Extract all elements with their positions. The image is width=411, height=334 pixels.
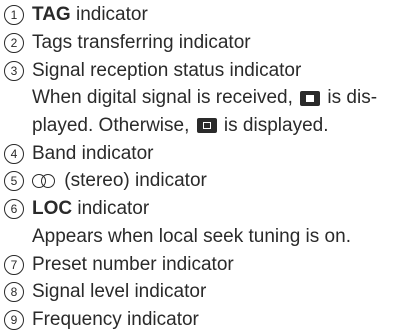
list-item: 4 Band indicator bbox=[4, 140, 153, 168]
list-item: 5 (stereo) indicator bbox=[4, 167, 207, 195]
item-number: 1 bbox=[4, 5, 24, 25]
item-detail: played. Otherwise, is displayed. bbox=[32, 112, 328, 140]
item-text: Frequency indicator bbox=[32, 309, 199, 330]
digital-signal-not-received-icon bbox=[196, 118, 217, 134]
item-number: 8 bbox=[4, 282, 24, 303]
item-text: indicator bbox=[72, 198, 150, 220]
stereo-icon bbox=[32, 174, 56, 189]
list-item: 1 TAG indicator bbox=[4, 1, 148, 29]
item-detail-text: is displayed. bbox=[218, 114, 329, 136]
list-item: 2 Tags transferring indicator bbox=[4, 29, 251, 57]
item-number: 4 bbox=[4, 143, 24, 164]
item-text: Tags transferring indicator bbox=[32, 31, 251, 53]
item-detail: When digital signal is received, is dis- bbox=[32, 84, 377, 112]
item-detail-text: When digital signal is received, bbox=[32, 87, 299, 109]
item-number: 9 bbox=[4, 310, 24, 330]
item-text: Signal reception status indicator bbox=[32, 59, 302, 81]
item-text: Signal level indicator bbox=[32, 281, 207, 303]
item-bold-label: TAG bbox=[32, 4, 71, 25]
item-detail-text: Appears when local seek tuning is on. bbox=[32, 225, 351, 247]
digital-signal-received-icon bbox=[300, 90, 321, 106]
item-text: Preset number indicator bbox=[32, 253, 234, 275]
item-number: 5 bbox=[4, 171, 24, 192]
list-item: 3 Signal reception status indicator bbox=[4, 57, 301, 85]
item-bold-label: LOC bbox=[32, 198, 73, 220]
item-detail-text: played. Otherwise, bbox=[32, 114, 195, 136]
list-item: 7 Preset number indicator bbox=[4, 251, 234, 279]
item-detail-text: is dis- bbox=[322, 87, 378, 109]
item-number: 7 bbox=[4, 254, 24, 275]
list-item: 9 Frequency indicator bbox=[4, 306, 199, 334]
item-number: 6 bbox=[4, 199, 24, 220]
indicator-list: 1 TAG indicator 2 Tags transferring indi… bbox=[0, 0, 411, 334]
item-detail: Appears when local seek tuning is on. bbox=[32, 223, 351, 251]
item-text: indicator bbox=[70, 4, 148, 25]
item-text: (stereo) indicator bbox=[59, 170, 207, 192]
item-text: Band indicator bbox=[32, 142, 154, 164]
list-item: 6 LOC indicator bbox=[4, 195, 149, 223]
item-number: 3 bbox=[4, 60, 24, 81]
item-number: 2 bbox=[4, 32, 24, 53]
list-item: 8 Signal level indicator bbox=[4, 278, 206, 306]
